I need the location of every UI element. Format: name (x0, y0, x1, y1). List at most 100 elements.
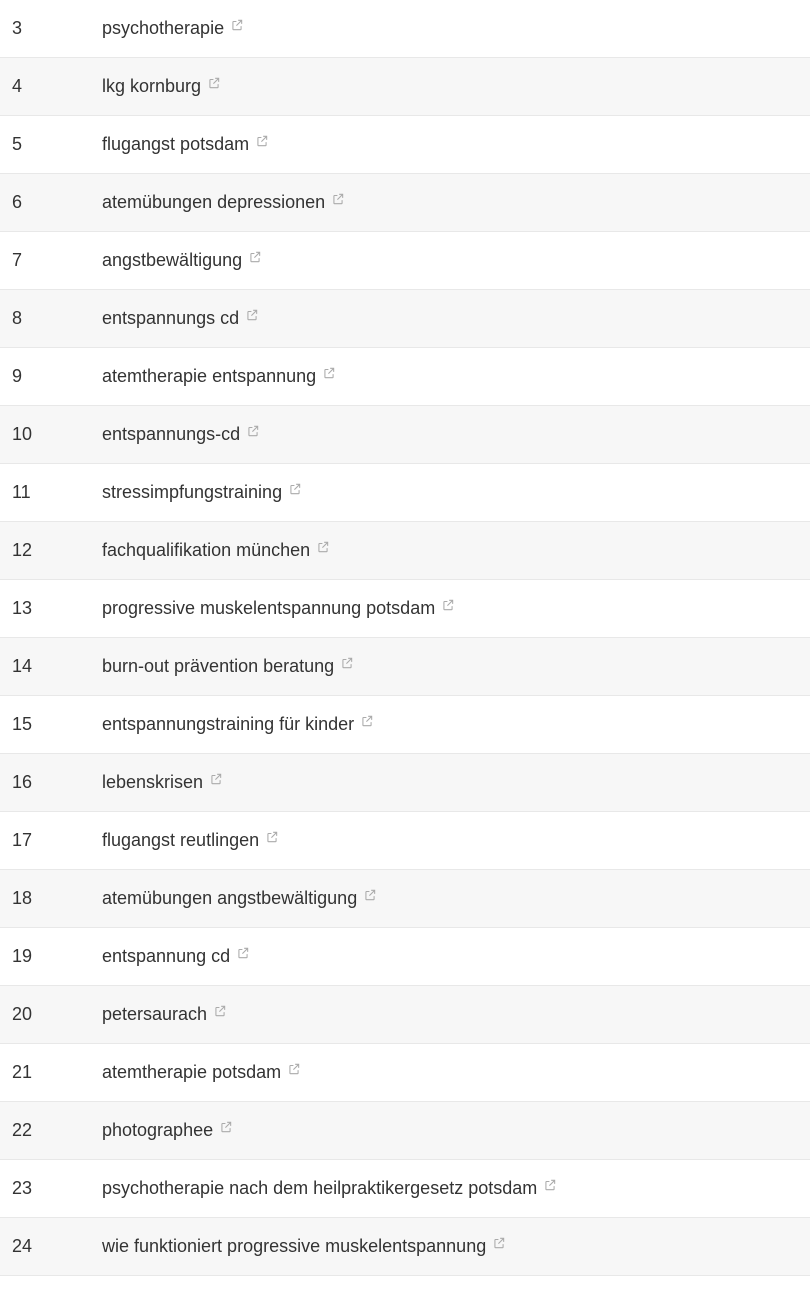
keyword-cell: angstbewältigung (102, 250, 262, 271)
row-number: 23 (12, 1178, 102, 1199)
table-row: 21atemtherapie potsdam (0, 1044, 810, 1102)
table-row: 11stressimpfungstraining (0, 464, 810, 522)
table-row: 16lebenskrisen (0, 754, 810, 812)
keyword-text: flugangst potsdam (102, 134, 249, 155)
row-number: 8 (12, 308, 102, 329)
external-link-icon[interactable] (492, 1236, 506, 1250)
keyword-cell: photographee (102, 1120, 233, 1141)
external-link-icon[interactable] (230, 18, 244, 32)
table-row: 5flugangst potsdam (0, 116, 810, 174)
table-row: 3psychotherapie (0, 0, 810, 58)
row-number: 15 (12, 714, 102, 735)
keyword-cell: entspannungs-cd (102, 424, 260, 445)
row-number: 20 (12, 1004, 102, 1025)
keyword-text: photographee (102, 1120, 213, 1141)
row-number: 4 (12, 76, 102, 97)
external-link-icon[interactable] (543, 1178, 557, 1192)
keyword-text: atemübungen depressionen (102, 192, 325, 213)
keyword-cell: psychotherapie (102, 18, 244, 39)
table-row: 10entspannungs-cd (0, 406, 810, 464)
keyword-cell: atemübungen depressionen (102, 192, 345, 213)
keyword-cell: atemtherapie potsdam (102, 1062, 301, 1083)
keyword-text: entspannungs cd (102, 308, 239, 329)
external-link-icon[interactable] (207, 76, 221, 90)
external-link-icon[interactable] (245, 308, 259, 322)
external-link-icon[interactable] (322, 366, 336, 380)
row-number: 7 (12, 250, 102, 271)
row-number: 14 (12, 656, 102, 677)
external-link-icon[interactable] (360, 714, 374, 728)
keyword-text: stressimpfungstraining (102, 482, 282, 503)
keyword-cell: flugangst reutlingen (102, 830, 279, 851)
table-row: 6atemübungen depressionen (0, 174, 810, 232)
keyword-cell: fachqualifikation münchen (102, 540, 330, 561)
keyword-cell: lkg kornburg (102, 76, 221, 97)
external-link-icon[interactable] (331, 192, 345, 206)
row-number: 9 (12, 366, 102, 387)
keyword-text: entspannung cd (102, 946, 230, 967)
table-row: 22photographee (0, 1102, 810, 1160)
keyword-cell: entspannungs cd (102, 308, 259, 329)
external-link-icon[interactable] (265, 830, 279, 844)
external-link-icon[interactable] (248, 250, 262, 264)
keyword-cell: petersaurach (102, 1004, 227, 1025)
keyword-cell: lebenskrisen (102, 772, 223, 793)
keyword-text: lkg kornburg (102, 76, 201, 97)
keyword-text: psychotherapie nach dem heilpraktikerges… (102, 1178, 537, 1199)
keyword-text: angstbewältigung (102, 250, 242, 271)
row-number: 13 (12, 598, 102, 619)
keyword-cell: atemtherapie entspannung (102, 366, 336, 387)
row-number: 12 (12, 540, 102, 561)
table-row: 20petersaurach (0, 986, 810, 1044)
keyword-text: flugangst reutlingen (102, 830, 259, 851)
external-link-icon[interactable] (441, 598, 455, 612)
external-link-icon[interactable] (340, 656, 354, 670)
external-link-icon[interactable] (209, 772, 223, 786)
external-link-icon[interactable] (288, 482, 302, 496)
table-row: 19entspannung cd (0, 928, 810, 986)
row-number: 17 (12, 830, 102, 851)
table-row: 8entspannungs cd (0, 290, 810, 348)
table-row: 9atemtherapie entspannung (0, 348, 810, 406)
external-link-icon[interactable] (236, 946, 250, 960)
keyword-cell: progressive muskelentspannung potsdam (102, 598, 455, 619)
table-row: 18atemübungen angstbewältigung (0, 870, 810, 928)
row-number: 22 (12, 1120, 102, 1141)
row-number: 3 (12, 18, 102, 39)
row-number: 6 (12, 192, 102, 213)
keyword-cell: burn-out prävention beratung (102, 656, 354, 677)
external-link-icon[interactable] (363, 888, 377, 902)
table-row: 15entspannungstraining für kinder (0, 696, 810, 754)
table-row: 13progressive muskelentspannung potsdam (0, 580, 810, 638)
external-link-icon[interactable] (213, 1004, 227, 1018)
external-link-icon[interactable] (316, 540, 330, 554)
keyword-text: progressive muskelentspannung potsdam (102, 598, 435, 619)
keyword-table: 3psychotherapie4lkg kornburg5flugangst p… (0, 0, 810, 1276)
table-row: 12fachqualifikation münchen (0, 522, 810, 580)
keyword-text: entspannungs-cd (102, 424, 240, 445)
row-number: 5 (12, 134, 102, 155)
table-row: 17flugangst reutlingen (0, 812, 810, 870)
row-number: 16 (12, 772, 102, 793)
table-row: 4lkg kornburg (0, 58, 810, 116)
keyword-text: atemtherapie potsdam (102, 1062, 281, 1083)
keyword-text: psychotherapie (102, 18, 224, 39)
row-number: 19 (12, 946, 102, 967)
keyword-cell: psychotherapie nach dem heilpraktikerges… (102, 1178, 557, 1199)
table-row: 23psychotherapie nach dem heilpraktikerg… (0, 1160, 810, 1218)
keyword-text: entspannungstraining für kinder (102, 714, 354, 735)
keyword-text: atemübungen angstbewältigung (102, 888, 357, 909)
external-link-icon[interactable] (219, 1120, 233, 1134)
keyword-text: burn-out prävention beratung (102, 656, 334, 677)
external-link-icon[interactable] (287, 1062, 301, 1076)
keyword-cell: entspannungstraining für kinder (102, 714, 374, 735)
table-row: 14burn-out prävention beratung (0, 638, 810, 696)
external-link-icon[interactable] (255, 134, 269, 148)
table-row: 24wie funktioniert progressive muskelent… (0, 1218, 810, 1276)
row-number: 10 (12, 424, 102, 445)
row-number: 21 (12, 1062, 102, 1083)
external-link-icon[interactable] (246, 424, 260, 438)
row-number: 24 (12, 1236, 102, 1257)
keyword-text: atemtherapie entspannung (102, 366, 316, 387)
keyword-text: petersaurach (102, 1004, 207, 1025)
